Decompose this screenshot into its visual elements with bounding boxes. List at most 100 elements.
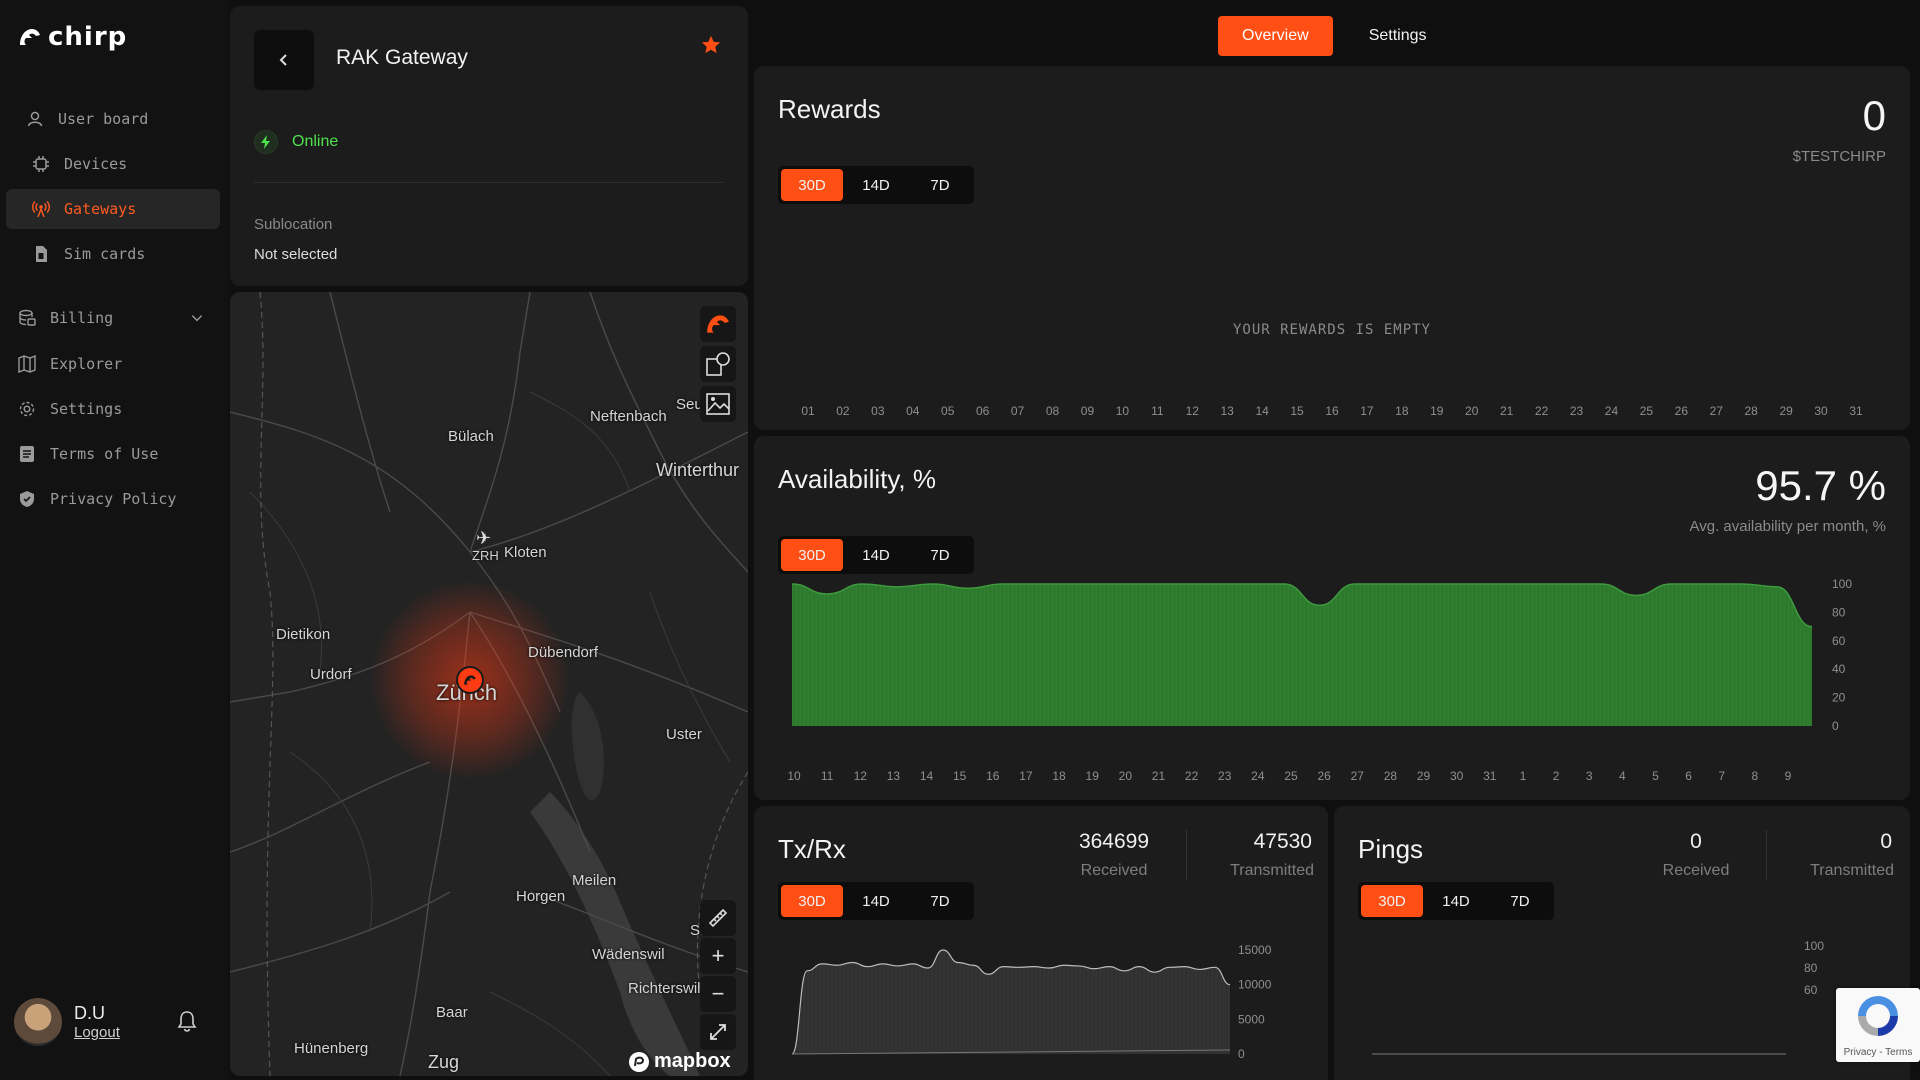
x-tick-label: 01 (801, 404, 815, 418)
range-14d-button[interactable]: 14D (845, 169, 907, 201)
avatar[interactable] (14, 998, 62, 1046)
x-tick-label: 30 (1450, 769, 1464, 783)
x-tick-label: 28 (1744, 404, 1758, 418)
chip-icon (33, 156, 49, 172)
sidebar-item-settings[interactable]: Settings (6, 389, 220, 429)
txrx-area (792, 950, 1230, 1054)
sidebar-item-label: Gateways (64, 200, 137, 218)
sidebar-item-user-board[interactable]: User board (6, 99, 220, 139)
image-layer-button[interactable] (700, 386, 736, 422)
fullscreen-button[interactable] (700, 1014, 736, 1050)
app-logo[interactable]: chirp (18, 22, 127, 52)
sidebar-item-label: Devices (64, 155, 128, 173)
sidebar-item-explorer[interactable]: Explorer (6, 344, 220, 384)
y-tick-label: 20 (1832, 691, 1846, 705)
image-icon (706, 393, 730, 415)
sidebar-item-label: Settings (50, 400, 123, 418)
chirp-layer-button[interactable] (700, 306, 736, 342)
mapbox-logo[interactable]: mapbox (628, 1050, 731, 1073)
x-tick-label: 10 (787, 769, 801, 783)
recaptcha-badge[interactable]: Privacy - Terms (1836, 988, 1920, 1062)
y-tick-label: 100 (1832, 577, 1852, 591)
x-tick-label: 13 (1220, 404, 1234, 418)
chevron-down-icon (191, 315, 203, 322)
recaptcha-links[interactable]: Privacy - Terms (1836, 1047, 1920, 1058)
bolt-icon (254, 130, 278, 154)
shapes-layer-button[interactable] (700, 346, 736, 382)
zoom-in-button[interactable]: + (700, 938, 736, 974)
document-icon (20, 446, 34, 462)
x-tick-label: 11 (1151, 404, 1164, 418)
txrx-panel: Tx/Rx 364699 Received 47530 Transmitted … (754, 806, 1328, 1080)
rewards-value: 0 (1862, 92, 1886, 139)
bell-icon[interactable] (176, 1010, 198, 1032)
map-label-seu: Seu (676, 396, 703, 413)
rewards-unit: $TESTCHIRP (1792, 148, 1886, 165)
x-tick-label: 27 (1709, 404, 1723, 418)
airport-icon: ✈ (476, 528, 492, 548)
x-tick-label: 04 (906, 404, 920, 418)
map-label-horgen: Horgen (516, 888, 566, 905)
x-tick-label: 15 (1290, 404, 1304, 418)
rewards-panel: Rewards 0 $TESTCHIRP 30D 14D 7D YOUR REW… (754, 66, 1910, 430)
x-tick-label: 27 (1351, 769, 1365, 783)
range-30d-button[interactable]: 30D (781, 169, 843, 201)
recaptcha-icon (1858, 996, 1898, 1036)
x-tick-label: 20 (1119, 769, 1133, 783)
x-tick-label: 18 (1395, 404, 1409, 418)
x-tick-label: 24 (1251, 769, 1265, 783)
map-label-winterthur: Winterthur (656, 460, 740, 480)
sidebar-item-terms[interactable]: Terms of Use (6, 434, 220, 474)
sidebar-item-label: Privacy Policy (50, 490, 177, 508)
measure-button[interactable] (700, 900, 736, 936)
availability-area (792, 584, 1812, 726)
sidebar-item-gateways[interactable]: Gateways (6, 189, 220, 229)
view-tabs: Overview Settings (1218, 16, 1451, 56)
x-tick-label: 3 (1586, 769, 1593, 783)
tab-settings[interactable]: Settings (1345, 16, 1451, 56)
map-label-neftenbach: Neftenbach (590, 408, 667, 425)
x-tick-label: 21 (1499, 404, 1514, 418)
gateway-marker[interactable] (456, 666, 484, 694)
mapbox-text: mapbox (654, 1050, 731, 1072)
back-button[interactable] (254, 30, 314, 90)
sidebar-item-label: User board (58, 110, 149, 128)
x-tick-label: 14 (1255, 404, 1269, 418)
sidebar-item-privacy[interactable]: Privacy Policy (6, 479, 220, 519)
sidebar-item-billing[interactable]: Billing (6, 298, 220, 338)
x-tick-label: 2 (1553, 769, 1560, 783)
sidebar-item-devices[interactable]: Devices (6, 144, 220, 184)
range-7d-button[interactable]: 7D (909, 169, 971, 201)
ruler-icon (708, 908, 728, 928)
zoom-out-button[interactable]: − (700, 976, 736, 1012)
star-icon[interactable] (700, 34, 722, 56)
status-badge: Online (254, 130, 338, 154)
x-tick-label: 22 (1185, 769, 1199, 783)
tab-overview[interactable]: Overview (1218, 16, 1333, 56)
x-tick-label: 23 (1569, 404, 1584, 418)
y-tick-label: 10000 (1238, 978, 1272, 992)
sublocation-value[interactable]: Not selected (254, 246, 337, 263)
x-tick-label: 21 (1152, 769, 1166, 783)
y-tick-label: 60 (1832, 634, 1846, 648)
x-tick-label: 07 (1010, 404, 1025, 418)
gear-icon (19, 401, 35, 417)
y-tick-label: 5000 (1238, 1012, 1265, 1026)
x-tick-label: 7 (1718, 769, 1725, 783)
sidebar-item-sim-cards[interactable]: Sim cards (6, 234, 220, 274)
logout-link[interactable]: Logout (74, 1024, 120, 1041)
map[interactable]: Neftenbach Bülach Winterthur ✈ ZRH Klote… (230, 292, 748, 1076)
map-label-bulach: Bülach (448, 428, 494, 445)
simcard-icon (36, 246, 47, 262)
x-tick-label: 30 (1814, 404, 1828, 418)
x-tick-label: 19 (1086, 769, 1100, 783)
map-label-dubendorf: Dübendorf (528, 644, 599, 661)
x-tick-label: 13 (887, 769, 901, 783)
rewards-title: Rewards (778, 94, 881, 124)
user-icon (27, 111, 43, 127)
x-tick-label: 25 (1639, 404, 1654, 418)
sidebar-item-label: Explorer (50, 355, 123, 373)
x-tick-label: 17 (1019, 769, 1033, 783)
map-icon (18, 355, 36, 373)
sublocation-label: Sublocation (254, 216, 333, 233)
